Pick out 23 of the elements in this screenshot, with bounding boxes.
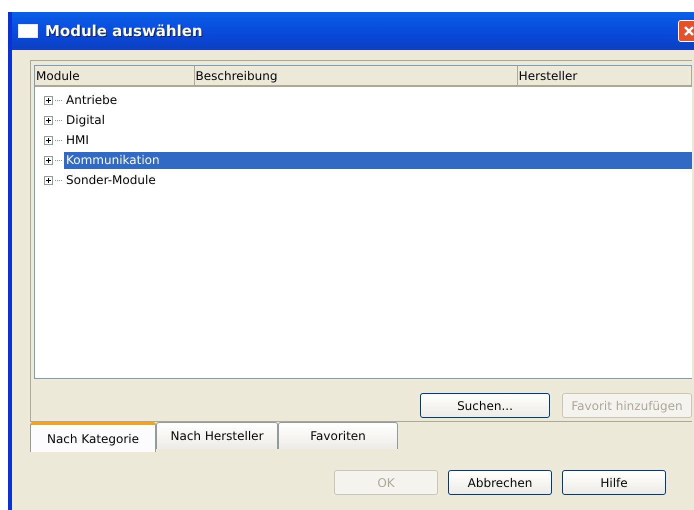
tab[interactable]: Nach Kategorie xyxy=(30,422,156,452)
tree-item[interactable]: Sonder-Module xyxy=(64,172,692,188)
close-icon xyxy=(683,25,694,37)
cancel-button[interactable]: Abbrechen xyxy=(448,470,552,495)
window-icon xyxy=(18,24,38,38)
tree-item[interactable]: Antriebe xyxy=(64,92,692,108)
tree-item[interactable]: Digital xyxy=(64,112,692,128)
window-title: Module auswählen xyxy=(45,22,204,40)
expand-icon[interactable] xyxy=(44,116,53,124)
expand-icon[interactable] xyxy=(44,136,53,144)
search-button[interactable]: Suchen... xyxy=(420,393,550,418)
help-button[interactable]: Hilfe xyxy=(562,470,666,495)
tree-item[interactable]: Kommunikation xyxy=(64,152,692,168)
close-button[interactable] xyxy=(678,20,694,42)
column-header[interactable]: Hersteller xyxy=(518,66,692,87)
expand-icon[interactable] xyxy=(44,156,53,164)
expand-icon[interactable] xyxy=(44,96,53,104)
column-header[interactable]: Beschreibung xyxy=(194,66,518,87)
tab[interactable]: Nach Hersteller xyxy=(156,422,278,449)
column-header[interactable]: Module xyxy=(35,66,195,87)
tab[interactable]: Favoriten xyxy=(278,422,398,449)
tree-item[interactable]: HMI xyxy=(64,132,692,148)
expand-icon[interactable] xyxy=(44,176,53,184)
